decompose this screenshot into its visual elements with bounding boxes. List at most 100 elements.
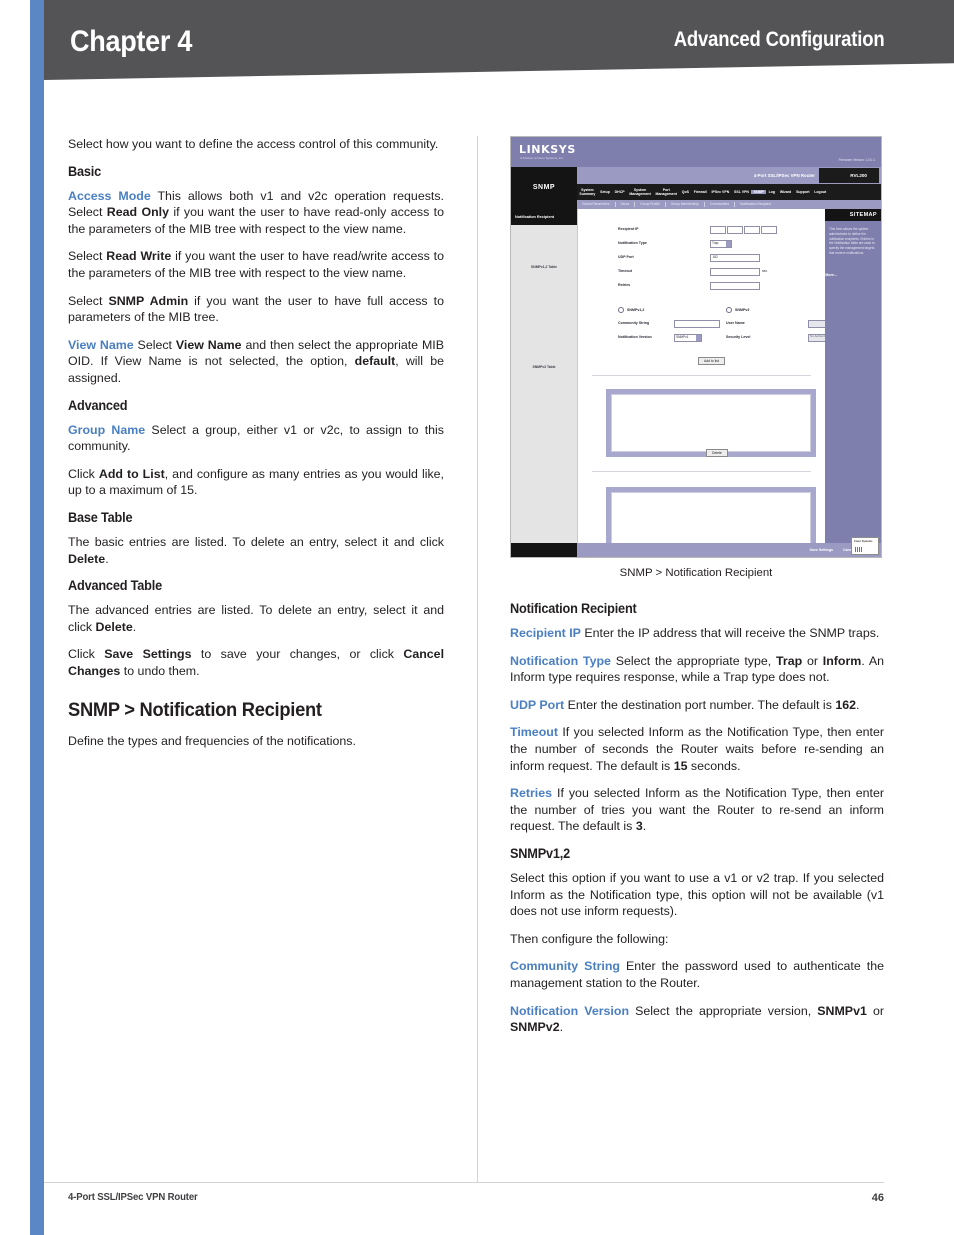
paragraph-group-name: Group Name Select a group, either v1 or …: [68, 422, 444, 455]
button-delete-v12[interactable]: Delete: [706, 449, 728, 458]
bold-snmpv2: SNMPv2: [510, 1020, 560, 1035]
router-subnav-item[interactable]: Views: [616, 202, 636, 207]
label-udp-port: UDP Port: [618, 255, 634, 259]
text: .: [642, 819, 647, 834]
recipient-ip-octet-1[interactable]: [710, 226, 726, 234]
intro-paragraph: Select how you want to define the access…: [68, 137, 439, 151]
router-nav-item[interactable]: DHCP: [612, 190, 627, 194]
input-community-string[interactable]: [674, 320, 720, 328]
label-notification-type: Notification Type: [618, 241, 647, 245]
router-subnav-item[interactable]: Group Profile: [635, 202, 666, 207]
recipient-ip-octet-2[interactable]: [727, 226, 743, 234]
router-nav-item[interactable]: Firewall: [691, 190, 709, 194]
router-section-block: SNMP: [511, 167, 577, 209]
router-nav-item[interactable]: Log: [766, 190, 777, 194]
bold-162: 162: [835, 697, 857, 712]
listbox-snmpv12-table[interactable]: [606, 389, 816, 457]
text: or: [866, 1003, 884, 1018]
text: Click: [68, 466, 99, 481]
label-recipient-ip: Recipient IP: [618, 227, 639, 231]
router-model-name: 4-Port SSL/IPSec VPN Router: [753, 173, 815, 178]
router-footer-button[interactable]: Save Settings: [809, 548, 833, 552]
router-nav-item[interactable]: Logout: [812, 190, 829, 194]
router-footer-bar: Save SettingsCancel Changes: [577, 543, 881, 557]
sitemap-bar[interactable]: SITEMAP: [825, 209, 881, 221]
radio-button-icon[interactable]: [726, 307, 732, 313]
router-model-number: RVL200: [850, 173, 867, 178]
radio-snmpv3-label: SNMPv3: [735, 307, 750, 312]
text: Select: [68, 249, 107, 264]
paragraph-snmp-admin: Select SNMP Admin if you want the user t…: [68, 293, 444, 326]
paragraph-community-string: Community String Enter the password used…: [510, 958, 884, 991]
router-nav-item[interactable]: Port Management: [653, 188, 679, 196]
help-more-link[interactable]: More...: [825, 273, 837, 277]
select-notification-version[interactable]: SNMPv1: [674, 334, 702, 342]
field-row-community-string: Community String: [618, 321, 672, 325]
term-group-name: Group Name: [68, 422, 146, 437]
input-timeout[interactable]: [710, 268, 760, 276]
text: .: [856, 697, 860, 712]
text: Enter the IP address that will receive t…: [580, 626, 880, 640]
router-subnav-item[interactable]: Group Membership: [666, 202, 705, 207]
recipient-ip-inputs[interactable]: [710, 226, 778, 234]
listbox-snmpv12-inner[interactable]: [611, 394, 811, 452]
field-row-notification-type: Notification Type: [618, 241, 672, 245]
router-nav-item[interactable]: SSL VPN: [732, 190, 752, 194]
router-nav-bar[interactable]: System Summary Setup DHCP System Management…: [577, 184, 881, 200]
input-udp-port[interactable]: 162: [710, 254, 760, 262]
radio-snmpv3[interactable]: SNMPv3: [726, 307, 749, 313]
term-udp-port: UDP Port: [510, 697, 565, 712]
label-community-string: Community String: [618, 321, 650, 325]
paragraph-advanced-table: The advanced entries are listed. To dele…: [68, 602, 444, 635]
field-row-timeout: Timeout: [618, 269, 672, 273]
help-panel-text: This form allows the system administrato…: [829, 227, 875, 255]
paragraph-udp-port: UDP Port Enter the destination port numb…: [510, 697, 884, 714]
button-add-to-list[interactable]: Add to list: [698, 357, 725, 366]
heading-notification-recipient: Notification Recipient: [510, 601, 637, 616]
router-subnav-item[interactable]: Communities: [705, 202, 736, 207]
term-retries: Retries: [510, 786, 553, 801]
bold-delete: Delete: [68, 551, 106, 566]
router-nav-item[interactable]: SNMP: [751, 189, 767, 194]
select-notification-type[interactable]: Trap: [710, 240, 732, 248]
router-nav-item[interactable]: System Management: [627, 188, 653, 196]
router-nav-item[interactable]: Support: [794, 190, 812, 194]
radio-snmpv12[interactable]: SNMPv1,2: [618, 307, 644, 313]
select-notification-version-value: SNMPv1: [676, 335, 689, 340]
term-notification-type: Notification Type: [510, 653, 611, 668]
recipient-ip-octet-4[interactable]: [761, 226, 777, 234]
left-text-column: Select how you want to define the access…: [68, 136, 444, 761]
router-nav-item[interactable]: QoS: [679, 190, 691, 194]
heading-advanced-table: Advanced Table: [68, 578, 162, 594]
router-nav-item[interactable]: Setup: [598, 190, 613, 194]
label-timeout: Timeout: [618, 269, 632, 273]
cisco-systems-logo: Cisco Systems: [851, 537, 879, 555]
router-table-label-v12: SNMPv1,2 Table: [531, 265, 557, 269]
text: If you selected Inform as the Notificati…: [510, 786, 884, 834]
listbox-snmpv3-inner[interactable]: [611, 492, 811, 550]
linksys-logo-subtitle: A Division of Cisco Systems, Inc.: [520, 156, 564, 160]
text: .: [105, 551, 109, 566]
router-nav-item[interactable]: IPSec VPN: [709, 190, 732, 194]
bold-inform: Inform: [822, 653, 862, 668]
paragraph-then-configure: Then configure the following:: [510, 931, 669, 946]
router-subnav-item[interactable]: Global Parameters: [577, 202, 616, 207]
router-subnav-item[interactable]: Notification Recipient: [735, 202, 776, 206]
router-subnav-bar[interactable]: Global Parameters Views Group Profile Group…: [577, 200, 881, 209]
text: Enter the destination port number. The d…: [564, 697, 836, 712]
section-intro-paragraph: Define the types and frequencies of the …: [68, 734, 356, 749]
heading-advanced: Advanced: [68, 397, 128, 413]
field-row-udp-port: UDP Port: [618, 255, 672, 259]
radio-button-icon[interactable]: [618, 307, 624, 313]
router-nav-item[interactable]: System Summary: [577, 188, 598, 196]
router-page-title: Notification Recipient: [511, 209, 577, 225]
router-nav-item[interactable]: Wizard: [777, 190, 793, 194]
bold-save-settings: Save Settings: [104, 647, 192, 662]
bold-15: 15: [673, 758, 688, 773]
paragraph-read-write: Select Read Write if you want the user t…: [68, 248, 444, 281]
input-retries[interactable]: [710, 282, 760, 290]
chapter-title: Chapter 4: [70, 25, 193, 58]
cisco-logo-text: Cisco Systems: [854, 540, 873, 543]
recipient-ip-octet-3[interactable]: [744, 226, 760, 234]
label-security-level: Security Level: [726, 335, 751, 339]
